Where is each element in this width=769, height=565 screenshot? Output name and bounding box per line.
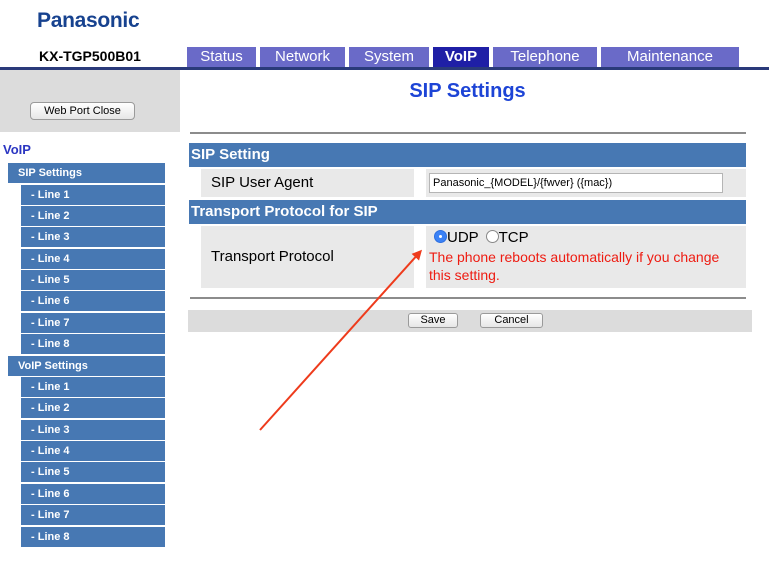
top-divider xyxy=(190,132,746,134)
transport-protocol-label: Transport Protocol xyxy=(201,226,414,288)
tab-network[interactable]: Network xyxy=(260,47,345,67)
web-port-close-button[interactable]: Web Port Close xyxy=(30,102,135,120)
tcp-radio[interactable] xyxy=(485,230,499,243)
panasonic-logo: Panasonic xyxy=(37,9,140,32)
sidebar-sip-line-4[interactable]: - Line 4 xyxy=(21,249,165,269)
sidebar-voip-line-3[interactable]: - Line 3 xyxy=(21,420,165,440)
sidebar-section-voip[interactable]: VoIP xyxy=(3,142,31,157)
udp-radio[interactable] xyxy=(434,230,447,243)
tab-voip[interactable]: VoIP xyxy=(433,47,489,67)
action-bar: Save Cancel xyxy=(188,310,752,332)
cancel-button[interactable]: Cancel xyxy=(480,313,543,328)
sip-user-agent-cell: Panasonic_{MODEL}/{fwver} ({mac}) xyxy=(426,169,746,197)
main-content: SIP Settings SIP Setting SIP User Agent … xyxy=(180,70,769,565)
sidebar-item-voip-settings[interactable]: VoIP Settings xyxy=(8,356,165,376)
sidebar-sip-line-5[interactable]: - Line 5 xyxy=(21,270,165,290)
protocol-radio-group: UDP TCP xyxy=(434,229,529,246)
sidebar-sip-line-1[interactable]: - Line 1 xyxy=(21,185,165,205)
sidebar-voip-line-5[interactable]: - Line 5 xyxy=(21,462,165,482)
sidebar: Web Port Close VoIP SIP Settings - Line … xyxy=(0,70,180,565)
sidebar-item-sip-settings[interactable]: SIP Settings xyxy=(8,163,165,183)
bottom-divider xyxy=(190,297,746,299)
sidebar-voip-line-2[interactable]: - Line 2 xyxy=(21,398,165,418)
transport-protocol-cell: UDP TCP The phone reboots automatically … xyxy=(426,226,746,288)
reboot-warning-line-1: The phone reboots automatically if you c… xyxy=(429,249,720,265)
tab-status[interactable]: Status xyxy=(187,47,256,67)
save-button[interactable]: Save xyxy=(408,313,458,328)
sidebar-sip-line-6[interactable]: - Line 6 xyxy=(21,291,165,311)
tab-telephone[interactable]: Telephone xyxy=(493,47,597,67)
top-nav-tabs: Status Network System VoIP Telephone Mai… xyxy=(0,47,769,67)
sip-setting-header: SIP Setting xyxy=(189,143,746,167)
sidebar-voip-line-8[interactable]: - Line 8 xyxy=(21,527,165,547)
reboot-warning-line-2: this setting. xyxy=(429,267,500,283)
sidebar-voip-line-4[interactable]: - Line 4 xyxy=(21,441,165,461)
tcp-label: TCP xyxy=(498,229,529,246)
sip-user-agent-input[interactable]: Panasonic_{MODEL}/{fwver} ({mac}) xyxy=(429,173,723,193)
sidebar-sip-line-2[interactable]: - Line 2 xyxy=(21,206,165,226)
sidebar-sip-line-3[interactable]: - Line 3 xyxy=(21,227,165,247)
transport-protocol-header: Transport Protocol for SIP xyxy=(189,200,746,224)
sidebar-sip-line-8[interactable]: - Line 8 xyxy=(21,334,165,354)
tab-maintenance[interactable]: Maintenance xyxy=(601,47,739,67)
sidebar-voip-line-6[interactable]: - Line 6 xyxy=(21,484,165,504)
udp-label: UDP xyxy=(447,229,479,246)
sip-user-agent-label: SIP User Agent xyxy=(201,169,414,197)
sidebar-voip-line-7[interactable]: - Line 7 xyxy=(21,505,165,525)
sidebar-sip-line-7[interactable]: - Line 7 xyxy=(21,313,165,333)
sidebar-voip-line-1[interactable]: - Line 1 xyxy=(21,377,165,397)
reboot-warning: The phone reboots automatically if you c… xyxy=(429,248,745,284)
page-title: SIP Settings xyxy=(409,80,526,102)
tab-system[interactable]: System xyxy=(349,47,429,67)
